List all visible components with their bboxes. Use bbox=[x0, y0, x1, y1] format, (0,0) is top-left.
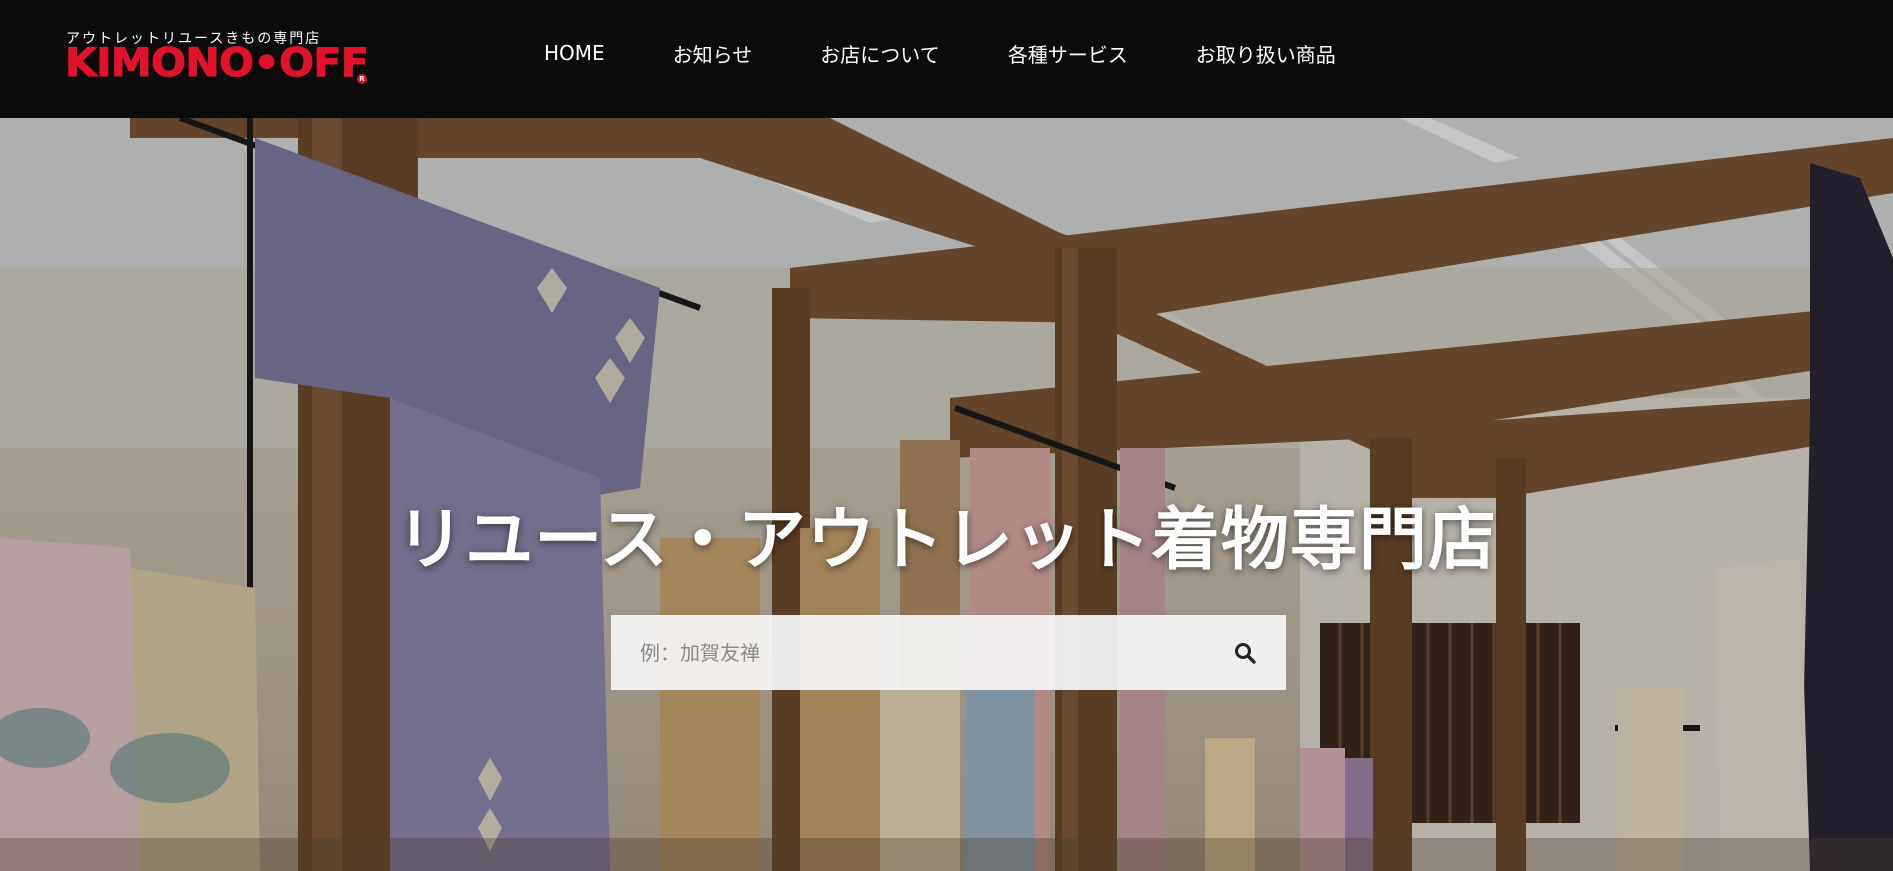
nav-item-home[interactable]: HOME bbox=[544, 41, 605, 65]
search-form bbox=[611, 615, 1286, 690]
hero-section: リユース・アウトレット着物専門店 bbox=[0, 118, 1893, 871]
logo-link[interactable]: アウトレットリユースきもの専門店 KIMONO•OFF R bbox=[64, 26, 369, 90]
nav-item-products[interactable]: お取り扱い商品 bbox=[1196, 39, 1336, 68]
logo-wordmark: KIMONO•OFF bbox=[64, 41, 369, 86]
search-button[interactable] bbox=[1210, 615, 1280, 690]
nav-item-services[interactable]: 各種サービス bbox=[1008, 39, 1128, 68]
nav-item-news[interactable]: お知らせ bbox=[673, 39, 753, 68]
registered-mark-icon: R bbox=[357, 74, 367, 84]
search-icon bbox=[1235, 642, 1256, 664]
search-input[interactable] bbox=[611, 615, 1210, 690]
nav-item-about[interactable]: お店について bbox=[820, 39, 939, 68]
site-header: アウトレットリユースきもの専門店 KIMONO•OFF R HOME お知らせ … bbox=[0, 0, 1893, 118]
main-nav: HOME お知らせ お店について 各種サービス お取り扱い商品 bbox=[510, 0, 1370, 112]
hero-title: リユース・アウトレット着物専門店 bbox=[396, 500, 1497, 580]
